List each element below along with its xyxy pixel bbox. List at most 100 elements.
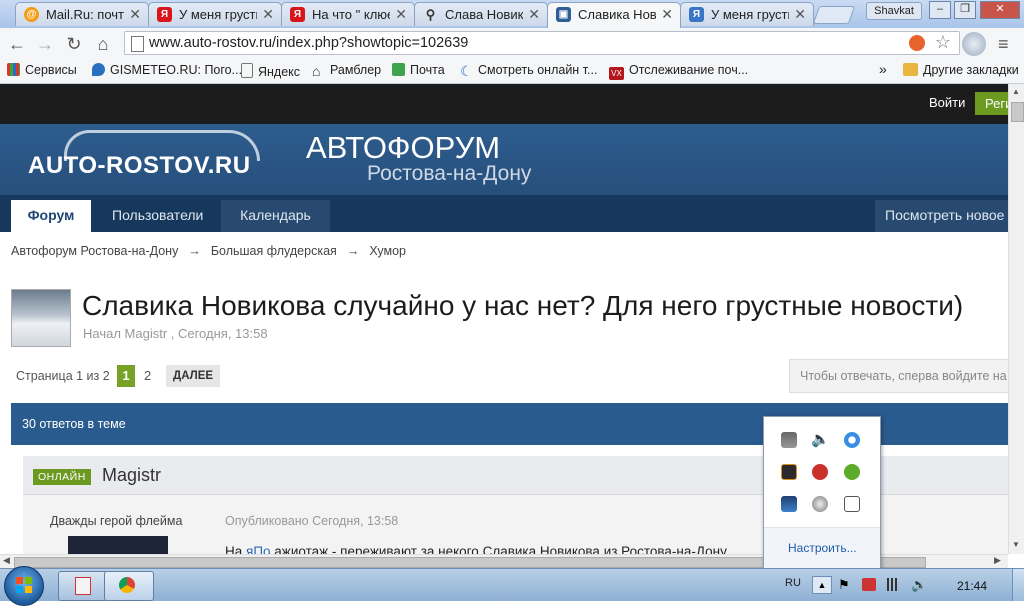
tray-customize-label[interactable]: Настроить... [788,541,857,555]
forward-button[interactable]: → [34,33,56,55]
site-top-bar: Войти Регистрация [0,84,1008,124]
breadcrumb-item-flood[interactable]: Большая флудерская [211,244,337,258]
utorrent-icon[interactable] [844,464,860,480]
nav-forum[interactable]: Форум [11,200,91,232]
site-logo[interactable]: AUTO-ROSTOV.RU [28,152,251,180]
sync-icon[interactable] [812,464,828,480]
close-icon[interactable]: ✕ [661,6,673,23]
user-badge[interactable]: Shavkat [866,2,922,20]
post-link[interactable]: яПо [246,544,271,554]
signal-icon[interactable] [887,578,901,591]
mail-icon [392,63,405,76]
maximize-button[interactable]: ❐ [954,1,976,19]
bookmark-label: Сервисы [25,63,77,77]
tab-label: Слава Новико [445,7,523,22]
star-icon[interactable]: ☆ [935,32,951,53]
post-author[interactable]: Magistr [102,465,161,486]
author-avatar[interactable] [68,536,168,554]
tab-label: На что " клюет [312,7,390,22]
tab-label: У меня грустн [711,7,789,22]
bookmark-label: Другие закладки [923,63,1019,77]
page-1-button[interactable]: 1 [117,365,135,387]
mascot-icon[interactable] [812,496,828,512]
bookmark-label: GISMETEO.RU: Пого... [110,63,243,77]
post-text-part: ажиотаж - переживают за некого Славика Н… [270,544,727,554]
nav-view-new[interactable]: Посмотреть новое [875,200,1008,232]
bookmark-rambler[interactable]: ⌂ Рамблер [312,63,381,78]
tab-mailru[interactable]: @ Mail.Ru: почта ✕ [15,2,149,26]
scrollbar-thumb[interactable] [1011,102,1024,122]
bookmark-tracking[interactable]: VX Отслеживание поч... [609,63,748,80]
power-icon[interactable] [862,578,876,591]
scroll-up-icon[interactable]: ▲ [1012,87,1020,96]
login-link[interactable]: Войти [929,95,965,110]
scroll-left-icon[interactable]: ◀ [3,555,10,566]
next-page-button[interactable]: ДАЛЕЕ [166,365,221,387]
bookmark-tv[interactable]: ☾ Смотреть онлайн т... [460,63,597,78]
scroll-right-icon[interactable]: ▶ [994,555,1001,566]
post-text-part: На [225,544,247,554]
page-2-button[interactable]: 2 [144,368,151,383]
bookmark-label: Смотреть онлайн т... [478,63,598,77]
extension-icon[interactable] [909,35,925,51]
tab-yandex-3[interactable]: Я У меня грустн ✕ [680,2,814,26]
display-icon[interactable] [781,496,797,512]
tab-yandex-1[interactable]: Я У меня грустн ✕ [148,2,282,26]
close-window-button[interactable]: ✕ [980,1,1020,19]
close-icon[interactable]: ✕ [794,6,806,23]
clock[interactable]: 21:44 [957,579,987,593]
taskbar-app-chrome[interactable] [104,571,154,601]
bookmark-gismeteo[interactable]: GISMETEO.RU: Пого... [92,63,242,77]
vertical-scrollbar[interactable]: ▲ ▼ [1008,84,1024,554]
yandex-icon: Я [689,7,704,22]
close-icon[interactable]: ✕ [262,6,274,23]
address-bar[interactable]: www.auto-rostov.ru/index.php?showtopic=1… [124,31,960,55]
menu-icon[interactable]: ≡ [998,34,1014,54]
taskbar-app-explorer[interactable] [58,571,108,601]
network-icon[interactable] [781,432,797,448]
home-button[interactable]: ⌂ [92,33,114,55]
tab-yandex-2[interactable]: Я На что " клюет ✕ [281,2,415,26]
bookmark-label: Рамблер [330,63,382,77]
back-button[interactable]: ← [6,33,28,55]
site-subtitle: Ростова-на-Дону [367,162,532,185]
media-icon[interactable] [781,464,797,480]
show-desktop-button[interactable] [1012,569,1024,601]
minimize-button[interactable]: – [929,1,951,19]
topic-author-avatar[interactable] [11,289,71,347]
breadcrumb-item-humor[interactable]: Хумор [369,244,406,258]
tab-label: У меня грустн [179,7,257,22]
start-button[interactable] [4,566,44,606]
mailru-icon: @ [24,7,39,22]
nav-users[interactable]: Пользователи [102,200,213,232]
close-icon[interactable]: ✕ [528,6,540,23]
tab-search[interactable]: ⚲ Слава Новико ✕ [414,2,548,26]
update-icon[interactable] [844,432,860,448]
login-to-reply-prompt[interactable]: Чтобы отвечать, сперва войдите на форум [789,359,1008,393]
keyboard-icon[interactable] [844,496,860,512]
bookmark-services[interactable]: Сервисы [7,63,77,77]
extension-avatar-icon[interactable] [962,32,986,56]
tray-customize-link[interactable]: Настроить... [764,527,880,570]
reload-button[interactable]: ↻ [63,33,85,55]
other-bookmarks[interactable]: Другие закладки [903,63,1019,77]
language-indicator[interactable]: RU [785,577,801,589]
speaker-icon[interactable]: 🔈 [911,578,927,591]
bookmarks-overflow-button[interactable]: » [879,61,887,77]
register-button[interactable]: Регистрация [975,92,1008,115]
new-tab-button[interactable] [812,6,856,24]
scroll-down-icon[interactable]: ▼ [1012,540,1020,549]
search-icon: ⚲ [425,7,436,22]
bookmark-mail[interactable]: Почта [392,63,445,77]
breadcrumb-item-forum[interactable]: Автофорум Ростова-на-Дону [11,244,178,258]
breadcrumb-separator: → [346,244,360,258]
tray-expand-button[interactable]: ▲ [812,576,832,594]
flag-icon[interactable]: ⚑ [838,578,852,591]
close-icon[interactable]: ✕ [395,6,407,23]
bookmark-yandex[interactable]: Яндекс [241,63,300,79]
replies-count: 30 ответов в теме [22,417,126,431]
nav-calendar[interactable]: Календарь [221,200,330,232]
volume-icon[interactable]: 🔈 [811,432,830,448]
tab-forum-active[interactable]: ▣ Славика Нови ✕ [547,2,681,28]
close-icon[interactable]: ✕ [129,6,141,23]
